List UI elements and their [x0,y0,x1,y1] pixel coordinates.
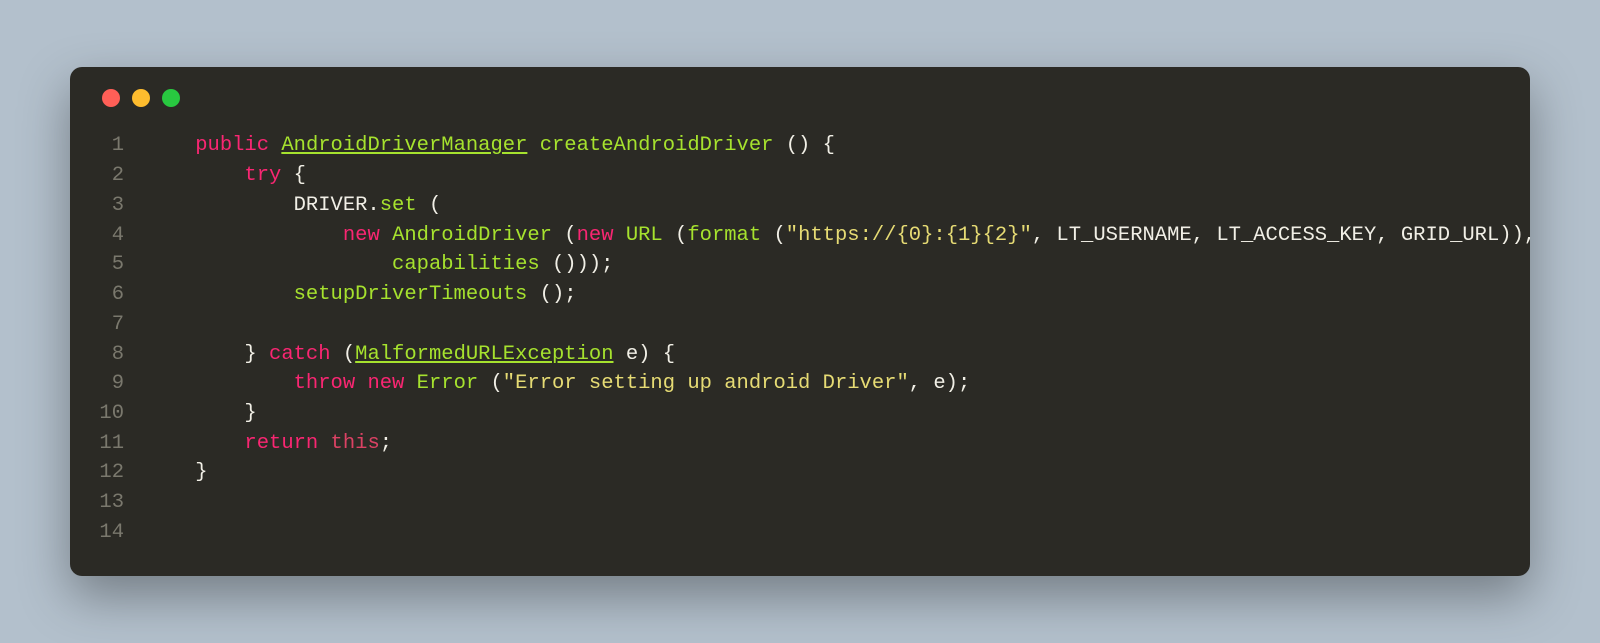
line-content: public AndroidDriverManager createAndroi… [146,131,1502,161]
token-punct: ( [761,224,786,247]
code-line: 6 setupDriverTimeouts (); [98,280,1502,310]
token-punct [318,432,330,455]
token-punct [404,372,416,395]
line-number: 11 [98,429,146,459]
token-punct: ( [663,224,688,247]
token-keyword: new [343,224,380,247]
token-func: setupDriverTimeouts [294,283,528,306]
code-line: 11 return this; [98,429,1502,459]
token-punct: } [195,461,207,484]
token-punct: ( [552,224,577,247]
token-keyword: try [244,164,281,187]
token-func: URL [626,224,663,247]
line-content: } [146,399,1502,429]
token-type: AndroidDriverManager [281,134,527,157]
token-punct: } [244,402,256,425]
token-string: "Error setting up android Driver" [503,372,909,395]
line-number: 12 [98,458,146,488]
code-editor[interactable]: 1 public AndroidDriverManager createAndr… [98,131,1502,547]
code-line: 12 } [98,458,1502,488]
line-number: 10 [98,399,146,429]
token-type: MalformedURLException [355,343,613,366]
line-number: 8 [98,340,146,370]
traffic-lights [102,89,1502,107]
token-punct: () { [773,134,835,157]
code-line: 9 throw new Error ("Error setting up and… [98,369,1502,399]
code-line: 1 public AndroidDriverManager createAndr… [98,131,1502,161]
code-line: 8 } catch (MalformedURLException e) { [98,340,1502,370]
line-number: 14 [98,518,146,548]
code-line: 2 try { [98,161,1502,191]
line-content: capabilities ())); [146,250,1502,280]
token-punct: ; [380,432,392,455]
token-punct: ( [331,343,356,366]
line-content [146,518,1502,548]
token-punct: (); [527,283,576,306]
code-line: 13 [98,488,1502,518]
token-punct: ( [478,372,503,395]
token-param: e [626,343,638,366]
token-punct: ) { [638,343,675,366]
token-func: AndroidDriver [392,224,552,247]
line-content: } catch (MalformedURLException e) { [146,340,1502,370]
token-keyword: throw [294,372,356,395]
line-content: new AndroidDriver (new URL (format ("htt… [146,221,1530,251]
maximize-icon[interactable] [162,89,180,107]
line-content: setupDriverTimeouts (); [146,280,1502,310]
token-keyword: return [244,432,318,455]
line-content: DRIVER.set ( [146,191,1502,221]
line-number: 13 [98,488,146,518]
code-line: 7 [98,310,1502,340]
token-ident: DRIVER. [294,194,380,217]
token-punct [614,343,626,366]
token-keyword: new [577,224,614,247]
token-func: Error [417,372,479,395]
line-number: 1 [98,131,146,161]
line-number: 7 [98,310,146,340]
minimize-icon[interactable] [132,89,150,107]
line-number: 5 [98,250,146,280]
token-punct [355,372,367,395]
token-punct [269,134,281,157]
line-content: return this; [146,429,1502,459]
line-number: 4 [98,221,146,251]
token-func: format [687,224,761,247]
token-punct: { [281,164,306,187]
code-window: 1 public AndroidDriverManager createAndr… [70,67,1530,575]
line-content [146,488,1502,518]
token-punct [614,224,626,247]
token-keyword: catch [269,343,331,366]
token-keyword: public [195,134,269,157]
token-punct: ( [417,194,442,217]
code-line: 5 capabilities ())); [98,250,1502,280]
token-func: capabilities [392,253,540,276]
line-content: try { [146,161,1502,191]
line-content: throw new Error ("Error setting up andro… [146,369,1502,399]
token-ident: , e); [909,372,971,395]
code-line: 14 [98,518,1502,548]
line-number: 6 [98,280,146,310]
code-line: 4 new AndroidDriver (new URL (format ("h… [98,221,1502,251]
token-keyword: new [367,372,404,395]
code-line: 3 DRIVER.set ( [98,191,1502,221]
token-punct: ())); [540,253,614,276]
token-string: "https://{0}:{1}{2}" [786,224,1032,247]
close-icon[interactable] [102,89,120,107]
line-content [146,310,1502,340]
line-number: 3 [98,191,146,221]
token-punct [527,134,539,157]
token-punct [380,224,392,247]
token-punct: } [244,343,269,366]
line-number: 2 [98,161,146,191]
code-line: 10 } [98,399,1502,429]
token-func: set [380,194,417,217]
token-keyword2: this [331,432,380,455]
line-number: 9 [98,369,146,399]
token-ident: , LT_USERNAME, LT_ACCESS_KEY, GRID_URL))… [1032,224,1530,247]
token-func: createAndroidDriver [540,134,774,157]
line-content: } [146,458,1502,488]
